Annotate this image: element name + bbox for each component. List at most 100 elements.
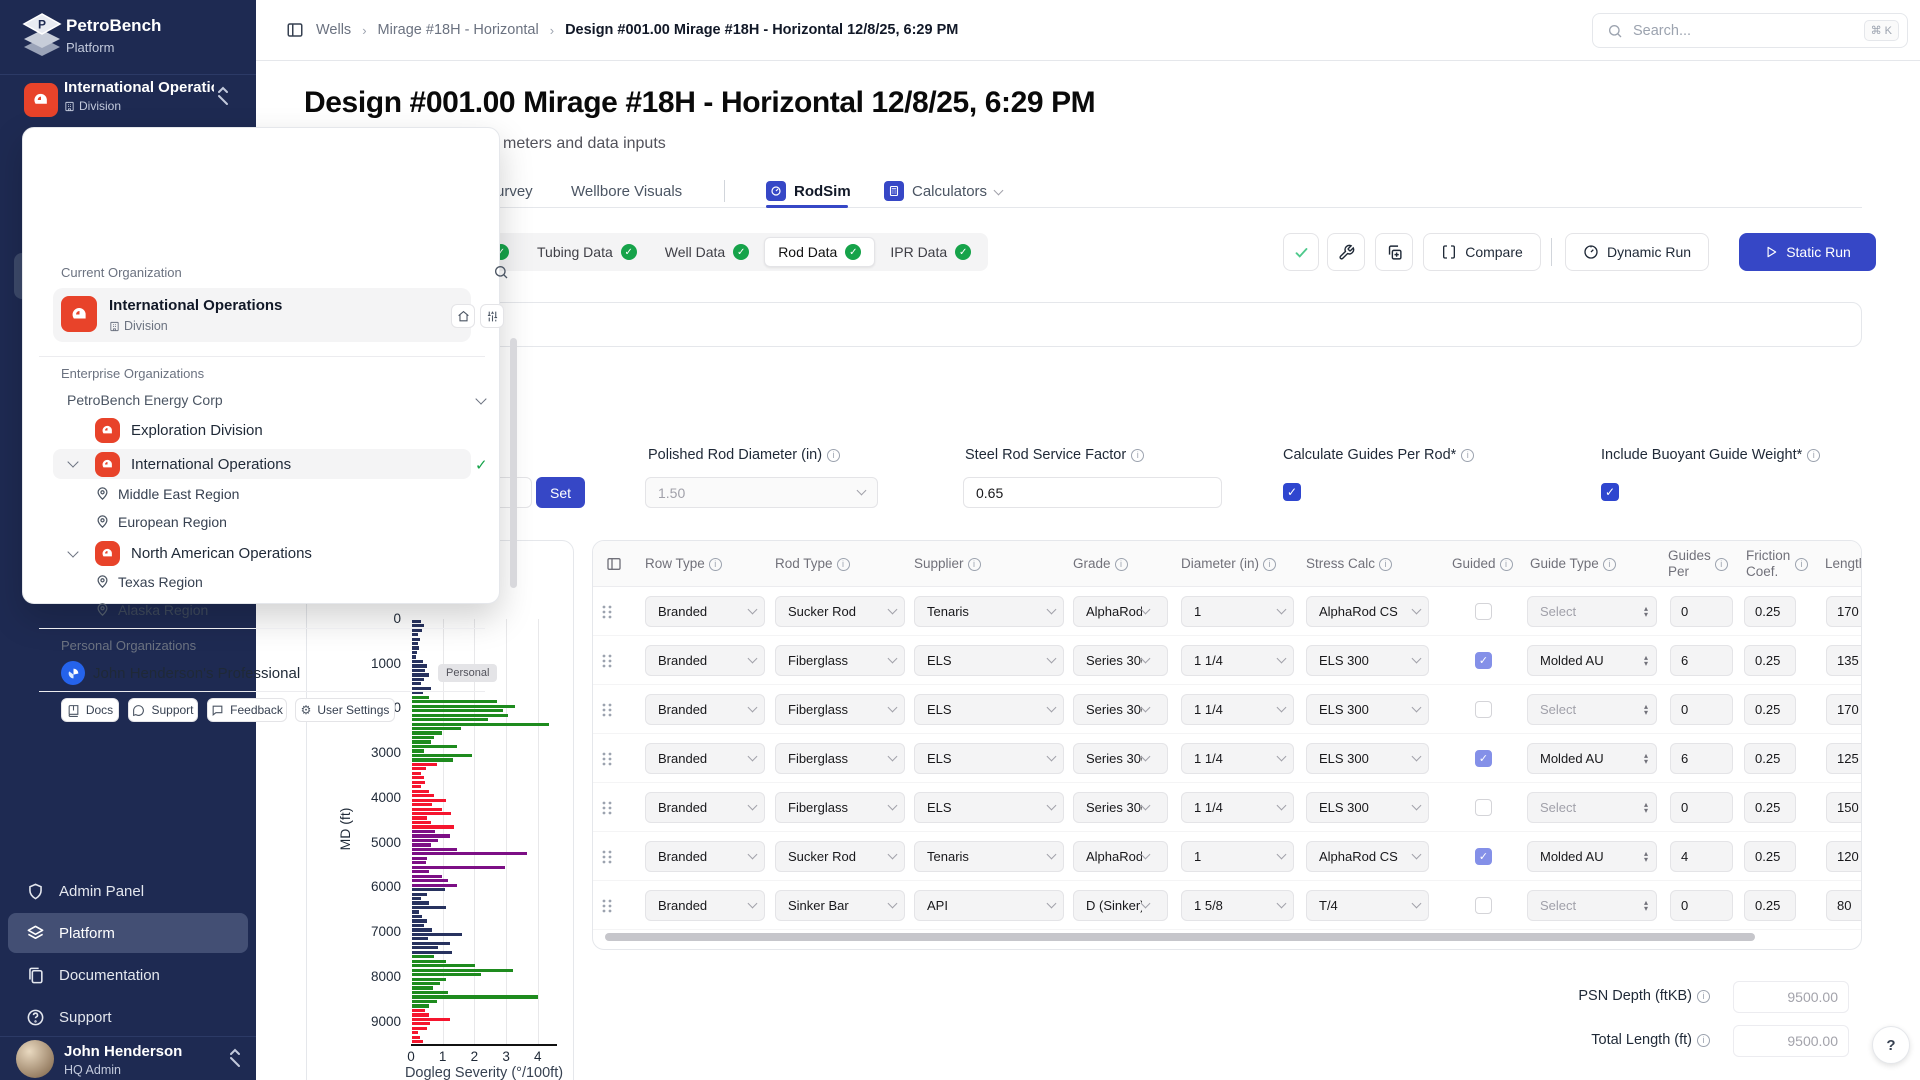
guides-per-input[interactable]: 0 [1670, 694, 1733, 725]
friction-coef-input[interactable]: 0.25 [1744, 890, 1796, 921]
drag-handle-icon[interactable] [601, 702, 615, 718]
guided-checkbox[interactable]: ✓ [1475, 750, 1492, 767]
supplier-select[interactable]: ELS [914, 743, 1064, 774]
length-input[interactable]: 80 [1826, 890, 1862, 921]
compare-button[interactable]: Compare [1423, 233, 1541, 271]
info-icon[interactable]: i [1697, 990, 1710, 1003]
total-length-input[interactable]: 9500.00 [1733, 1025, 1849, 1057]
guides-per-input[interactable]: 0 [1670, 890, 1733, 921]
grade-select[interactable]: D (Sinker) [1073, 890, 1168, 921]
horizontal-scrollbar[interactable] [605, 933, 1755, 941]
rod-type-select[interactable]: Fiberglass [775, 743, 905, 774]
length-input[interactable]: 150 [1826, 792, 1862, 823]
supplier-select[interactable]: Tenaris [914, 596, 1064, 627]
supplier-select[interactable]: Tenaris [914, 841, 1064, 872]
grade-select[interactable]: AlphaRod [1073, 596, 1168, 627]
region-item-european[interactable]: European Region [118, 514, 227, 530]
guides-per-input[interactable]: 0 [1670, 596, 1733, 627]
org-item-north-american[interactable]: North American Operations [131, 545, 312, 562]
stress-calc-select[interactable]: ELS 300 [1306, 792, 1429, 823]
row-type-select[interactable]: Branded [645, 694, 765, 725]
info-icon[interactable]: i [1795, 558, 1808, 571]
row-type-select[interactable]: Branded [645, 890, 765, 921]
info-icon[interactable]: i [1461, 449, 1474, 462]
guides-per-input[interactable]: 0 [1670, 792, 1733, 823]
info-icon[interactable]: i [1807, 449, 1820, 462]
row-type-select[interactable]: Branded [645, 841, 765, 872]
org-settings-button[interactable] [480, 304, 504, 328]
org-selector-name[interactable]: International Operatio [64, 79, 214, 96]
guide-type-select[interactable]: Select▴▾ [1527, 694, 1657, 725]
length-input[interactable]: 135 [1826, 645, 1862, 676]
grade-select[interactable]: Series 300 [1073, 645, 1168, 676]
length-input[interactable]: 120 [1826, 841, 1862, 872]
search-icon[interactable] [493, 264, 509, 280]
diameter-select[interactable]: 1 1/4 [1181, 694, 1294, 725]
polished-rod-diameter-select[interactable]: 1.50 [645, 477, 878, 508]
buoyant-guide-checkbox[interactable]: ✓ [1601, 483, 1619, 501]
guided-checkbox[interactable] [1475, 701, 1492, 718]
stress-calc-select[interactable]: ELS 300 [1306, 743, 1429, 774]
info-icon[interactable]: i [1715, 558, 1728, 571]
data-chip-ipr-data[interactable]: IPR Data✓ [877, 237, 984, 267]
duplicate-button[interactable] [1375, 233, 1413, 271]
drag-handle-icon[interactable] [601, 898, 615, 914]
collapsed-section-bar[interactable] [300, 302, 1862, 347]
grade-select[interactable]: Series 300 [1073, 792, 1168, 823]
avatar[interactable] [16, 1040, 54, 1078]
guides-per-input[interactable]: 6 [1670, 645, 1733, 676]
stress-calc-select[interactable]: AlphaRod CS [1306, 596, 1429, 627]
rod-type-select[interactable]: Sinker Bar [775, 890, 905, 921]
search-input[interactable]: Search... ⌘ K [1592, 13, 1908, 48]
diameter-select[interactable]: 1 1/4 [1181, 645, 1294, 676]
info-icon[interactable]: i [827, 449, 840, 462]
chevron-down-icon[interactable] [475, 393, 486, 404]
info-icon[interactable]: i [968, 558, 981, 571]
rod-type-select[interactable]: Fiberglass [775, 792, 905, 823]
length-input[interactable]: 125 [1826, 743, 1862, 774]
breadcrumb-well[interactable]: Mirage #18H - Horizontal [378, 22, 539, 38]
sidebar-item-support[interactable]: Support [8, 997, 248, 1037]
friction-coef-input[interactable]: 0.25 [1744, 694, 1796, 725]
corp-group-label[interactable]: PetroBench Energy Corp [67, 392, 223, 408]
rod-type-select[interactable]: Sucker Rod [775, 596, 905, 627]
row-type-select[interactable]: Branded [645, 645, 765, 676]
info-icon[interactable]: i [1603, 558, 1616, 571]
feedback-button[interactable]: Feedback [207, 698, 287, 722]
region-item-texas[interactable]: Texas Region [118, 574, 203, 590]
steel-rod-service-factor-input[interactable]: 0.65 [963, 477, 1222, 508]
info-icon[interactable]: i [1263, 558, 1276, 571]
breadcrumb-wells[interactable]: Wells [316, 22, 351, 38]
info-icon[interactable]: i [1500, 558, 1513, 571]
guides-per-input[interactable]: 6 [1670, 743, 1733, 774]
tab-wellbore-visuals[interactable]: Wellbore Visuals [571, 176, 682, 206]
tab-calculators[interactable]: Calculators [884, 176, 1002, 206]
validated-button[interactable] [1283, 233, 1319, 271]
guided-checkbox[interactable] [1475, 603, 1492, 620]
support-button[interactable]: Support [128, 698, 198, 722]
chevron-down-icon[interactable] [67, 546, 78, 557]
friction-coef-input[interactable]: 0.25 [1744, 743, 1796, 774]
guide-type-select[interactable]: Select▴▾ [1527, 792, 1657, 823]
friction-coef-input[interactable]: 0.25 [1744, 841, 1796, 872]
data-chip-rod-data[interactable]: Rod Data✓ [764, 237, 875, 267]
info-icon[interactable]: i [837, 558, 850, 571]
guide-type-select[interactable]: Select▴▾ [1527, 890, 1657, 921]
org-item-exploration[interactable]: Exploration Division [131, 422, 263, 439]
guide-type-select[interactable]: Select▴▾ [1527, 596, 1657, 627]
personal-org-item[interactable]: John Henderson's Professional [93, 665, 300, 682]
rod-type-select[interactable]: Sucker Rod [775, 841, 905, 872]
stress-calc-select[interactable]: ELS 300 [1306, 645, 1429, 676]
docs-button[interactable]: Docs [61, 698, 119, 722]
info-icon[interactable]: i [1115, 558, 1128, 571]
user-menu-chevrons-icon[interactable] [228, 1048, 242, 1068]
length-input[interactable]: 170 [1826, 596, 1862, 627]
grade-select[interactable]: AlphaRod [1073, 841, 1168, 872]
calc-guides-checkbox[interactable]: ✓ [1283, 483, 1301, 501]
supplier-select[interactable]: ELS [914, 645, 1064, 676]
supplier-select[interactable]: API [914, 890, 1064, 921]
panel-toggle-icon[interactable] [286, 21, 304, 39]
info-icon[interactable]: i [1697, 1034, 1710, 1047]
stress-calc-select[interactable]: ELS 300 [1306, 694, 1429, 725]
dropdown-scrollbar[interactable] [510, 338, 517, 588]
